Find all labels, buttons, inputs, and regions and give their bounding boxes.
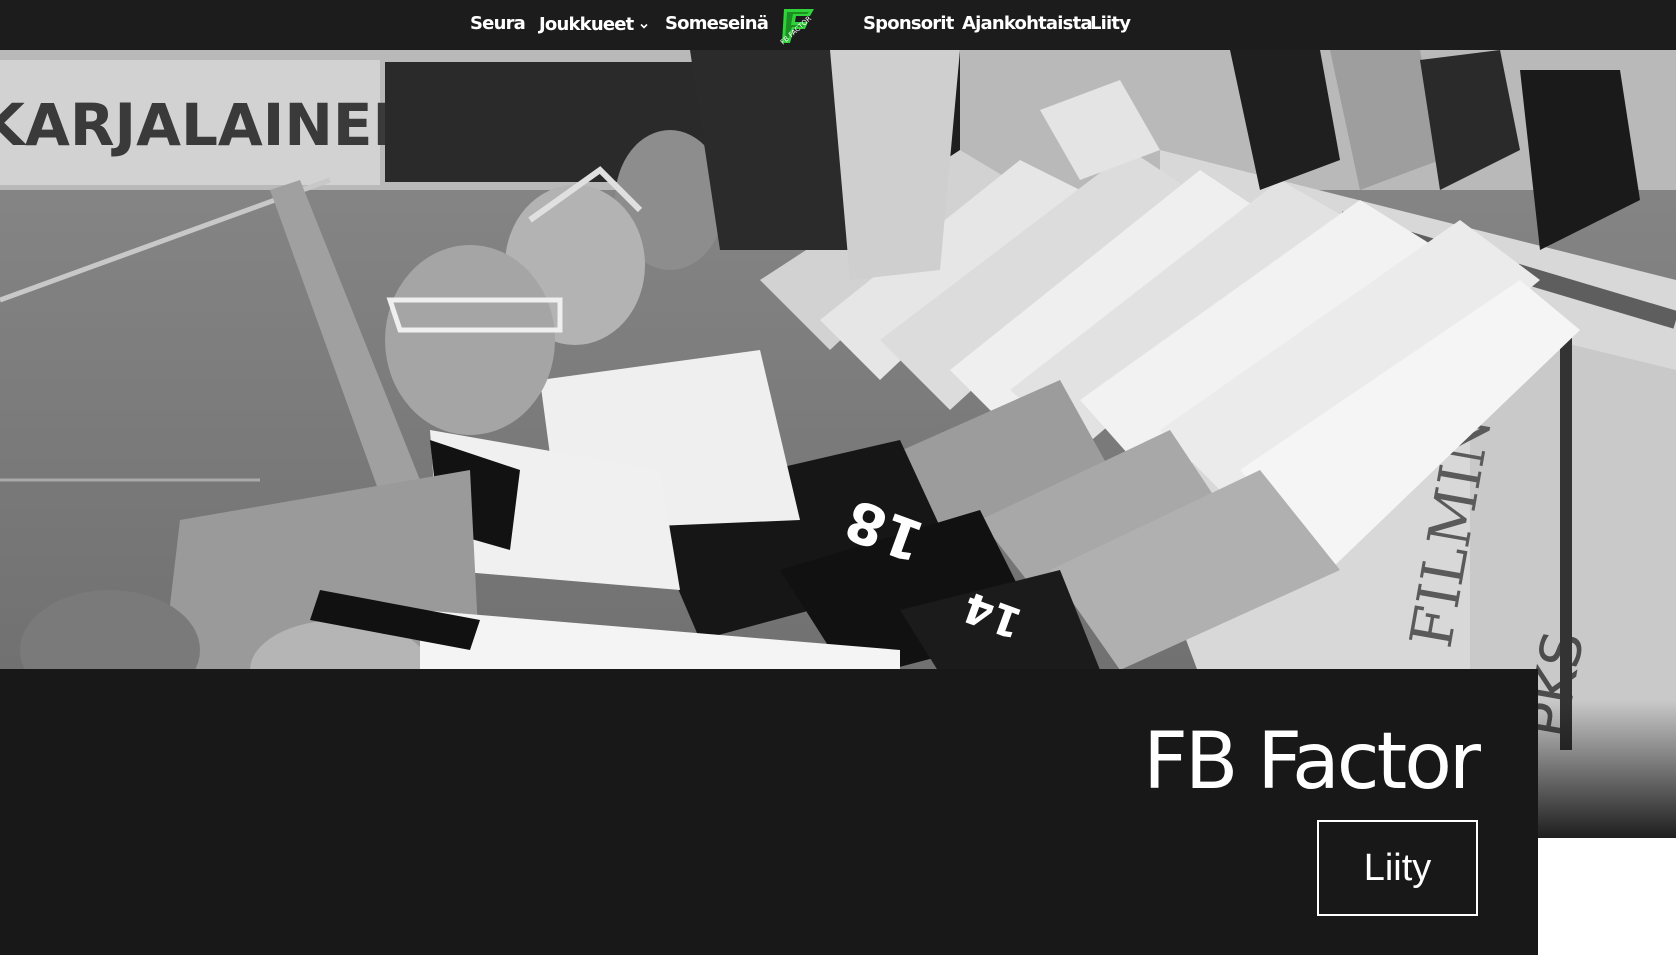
nav-item-someseina[interactable]: Someseinä xyxy=(665,0,769,50)
top-navigation: Seura Joukkueet Someseinä FB FACTOR Spon… xyxy=(0,0,1676,50)
nav-item-ajankohtaista[interactable]: Ajankohtaista xyxy=(962,0,1093,50)
nav-item-sponsorit[interactable]: Sponsorit xyxy=(863,0,954,50)
nav-item-joukkueet[interactable]: Joukkueet xyxy=(539,0,649,50)
fb-factor-logo-icon: FB FACTOR xyxy=(779,9,814,46)
hero-caption-panel: FB Factor Liity xyxy=(0,669,1538,955)
fb-factor-logo[interactable]: FB FACTOR xyxy=(778,3,828,47)
join-button[interactable]: Liity xyxy=(1317,820,1478,916)
hero-banner-text: KARJALAINEN xyxy=(0,91,421,159)
nav-item-seura[interactable]: Seura xyxy=(470,0,526,50)
nav-item-label: Joukkueet xyxy=(539,14,634,35)
nav-item-liity[interactable]: Liity xyxy=(1090,0,1131,50)
page-title: FB Factor xyxy=(1143,717,1481,807)
chevron-down-icon xyxy=(640,23,649,29)
